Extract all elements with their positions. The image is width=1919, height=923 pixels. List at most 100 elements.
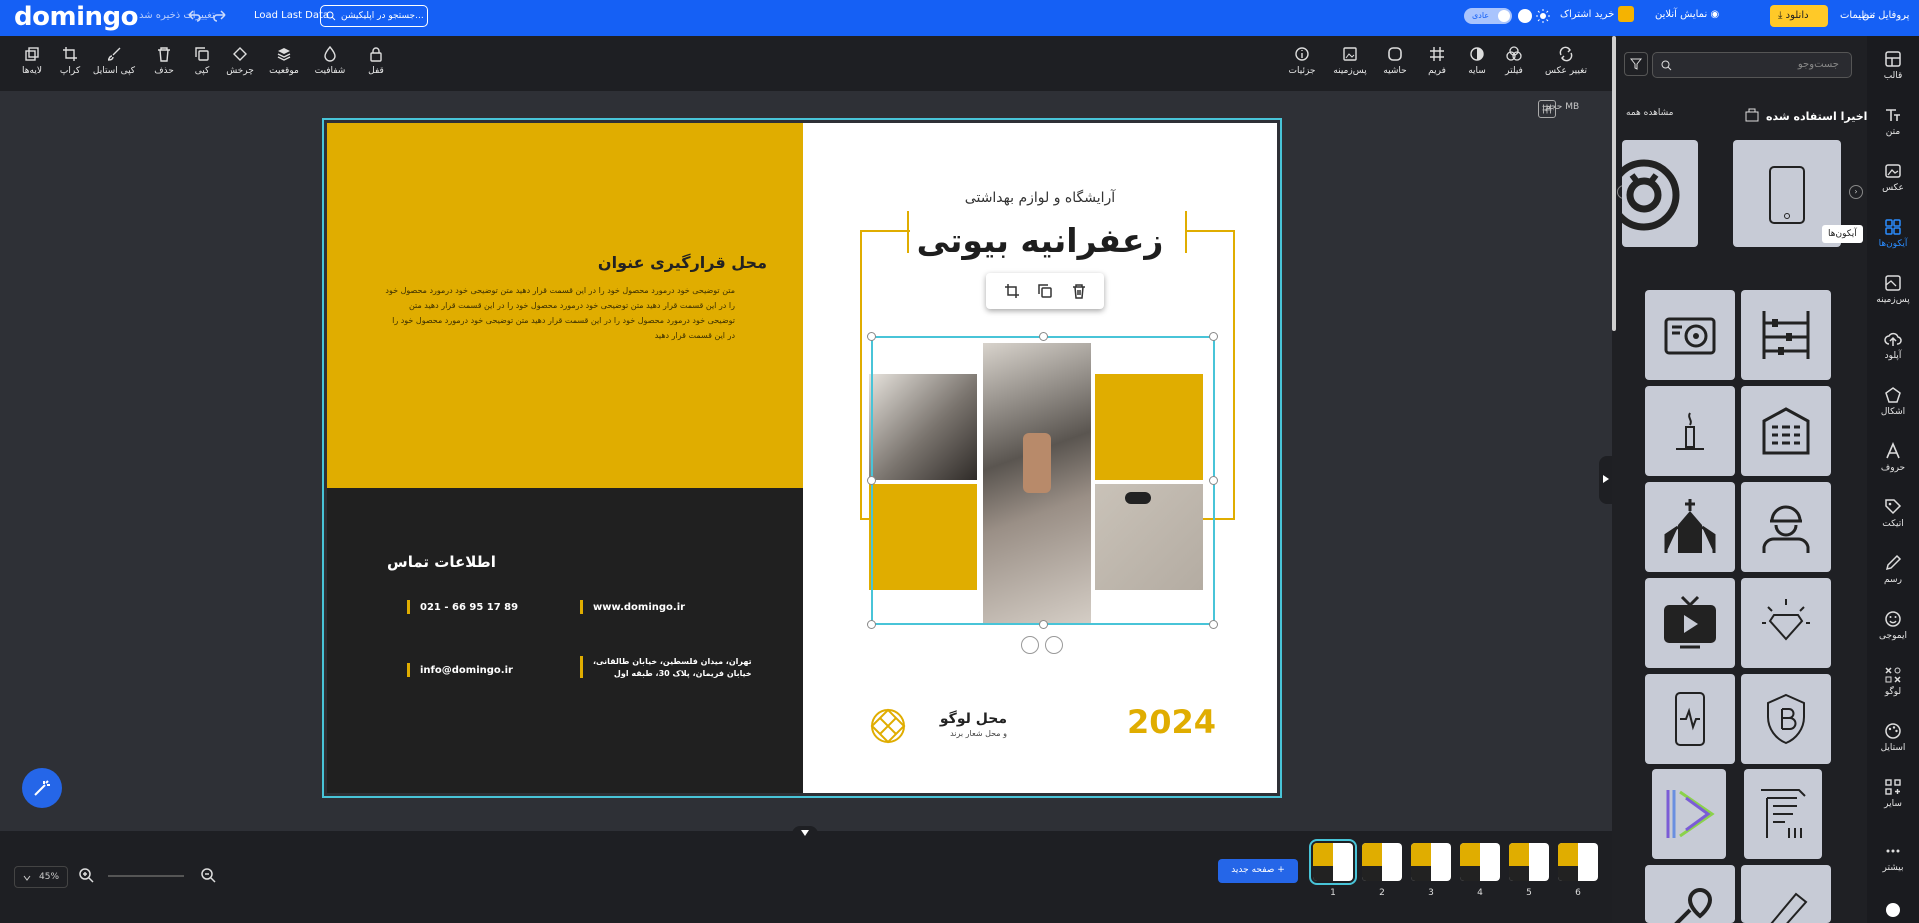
redo-icon[interactable] (212, 8, 228, 24)
page-number: 6 (1575, 888, 1581, 898)
panel-scrollbar[interactable] (1612, 36, 1616, 331)
nav-stickers[interactable]: اتیکت (1867, 498, 1919, 529)
contact-title[interactable]: اطلاعات تماس (387, 553, 496, 571)
zoom-select[interactable]: 45% (14, 866, 68, 888)
theme-toggle[interactable]: عادی (1464, 8, 1512, 24)
page-thumbnail[interactable] (1558, 843, 1598, 881)
load-last-data-button[interactable]: Load Last Data (254, 10, 329, 21)
page-thumbnail[interactable] (1509, 843, 1549, 881)
filter-button[interactable] (1624, 52, 1648, 76)
search-in-app-input[interactable]: جستجو در اپلیکیشن... (320, 5, 428, 27)
icon-card-play-logo[interactable] (1652, 769, 1726, 859)
buy-subscription-button[interactable]: خرید اشتراک (1560, 6, 1635, 22)
zoom-out-icon[interactable] (200, 867, 216, 883)
contact-phone[interactable]: 021 - 66 95 17 89 (407, 600, 518, 614)
undo-icon[interactable] (186, 8, 202, 24)
grid-toggle-icon[interactable] (1538, 100, 1556, 118)
page-thumbnail[interactable] (1362, 843, 1402, 881)
design-subtitle[interactable]: آرایشگاه و لوازم بهداشتی (803, 190, 1277, 206)
nav-label: آپلود (1884, 351, 1902, 361)
nav-upload[interactable]: آپلود (1867, 330, 1919, 361)
download-button[interactable]: ⤓ دانلود (1770, 5, 1828, 27)
nav-emoji[interactable]: ایموجی (1867, 610, 1919, 641)
see-all-link[interactable]: مشاهده همه (1626, 108, 1673, 118)
icon-card-worker[interactable] (1741, 482, 1831, 572)
photo-bag-closeup[interactable] (869, 374, 977, 480)
shadow-icon (1470, 47, 1484, 61)
icon-card-candle[interactable] (1645, 386, 1735, 476)
icon-card-abacus[interactable] (1741, 290, 1831, 380)
magic-wand-button[interactable] (22, 768, 62, 808)
nav-fonts[interactable]: حروف (1867, 442, 1919, 473)
online-preview-button[interactable]: نمایش آنلاین ◉ (1655, 9, 1719, 20)
zoom-slider[interactable] (108, 875, 184, 877)
contact-website[interactable]: www.domingo.ir (580, 600, 685, 614)
profile-link[interactable]: پروفایل من (1862, 10, 1909, 21)
contact-address[interactable]: تهران، میدان فلسطین، خیابان طالقانی، خیا… (580, 656, 752, 680)
carousel-next-icon[interactable]: › (1849, 185, 1863, 199)
design-page[interactable]: محل قرارگیری عنوان متن توضیحی خود درمورد… (322, 118, 1282, 798)
nav-label: استایل (1880, 743, 1906, 753)
nav-icons[interactable]: آیکون‌ها (1867, 218, 1919, 249)
icon-card-hard-drive[interactable] (1645, 290, 1735, 380)
nav-images[interactable]: عکس (1867, 162, 1919, 193)
resize-handle-t[interactable] (1039, 332, 1048, 341)
page-thumbnail[interactable] (1309, 839, 1357, 885)
left-heading[interactable]: محل قرارگیری عنوان (387, 253, 767, 272)
nav-shapes[interactable]: اشکال (1867, 386, 1919, 417)
icon-card-invoice[interactable] (1744, 769, 1822, 859)
icon-card-map-pin[interactable] (1645, 865, 1735, 923)
resize-handle-b[interactable] (1039, 620, 1048, 629)
duplicate-icon[interactable] (1037, 283, 1053, 299)
icon-card-bitcoin-shield[interactable] (1741, 674, 1831, 764)
nav-more[interactable]: بیشتر (1867, 842, 1919, 873)
rotate-handle-icon[interactable] (1021, 636, 1039, 654)
icon-card-diamond[interactable] (1741, 578, 1831, 668)
resize-handle-br[interactable] (1209, 620, 1218, 629)
recent-icon-lifebuoy[interactable] (1622, 140, 1698, 247)
nav-logo[interactable]: لوگو (1867, 666, 1919, 697)
left-body-text[interactable]: متن توضیحی خود درمورد محصول خود را در ای… (385, 283, 735, 343)
add-circle-icon[interactable] (1886, 903, 1900, 917)
resize-handle-tl[interactable] (867, 332, 876, 341)
logo-placeholder-text[interactable]: محل لوگو (917, 711, 1007, 727)
icon-card-church[interactable] (1645, 482, 1735, 572)
tool-lock[interactable]: قفل (346, 46, 406, 76)
year-text[interactable]: 2024 (1127, 703, 1216, 741)
resize-handle-bl[interactable] (867, 620, 876, 629)
logo-slogan-text[interactable]: و محل شعار برند (917, 729, 1007, 738)
crop-icon[interactable] (1004, 283, 1020, 299)
page-thumbnail[interactable] (1460, 843, 1500, 881)
nav-draw[interactable]: رسم (1867, 554, 1919, 585)
image-collage[interactable] (869, 338, 1211, 626)
mode-toggle[interactable] (1518, 9, 1532, 23)
tool-filter[interactable]: فیلتر (1484, 46, 1544, 76)
icon-card-heartbeat-phone[interactable] (1645, 674, 1735, 764)
page-thumbnail[interactable] (1411, 843, 1451, 881)
nav-text[interactable]: متن (1867, 106, 1919, 137)
icon-card-tv[interactable] (1645, 578, 1735, 668)
move-handle-icon[interactable] (1045, 636, 1063, 654)
tool-label: کراپ (59, 66, 81, 76)
resize-handle-tr[interactable] (1209, 332, 1218, 341)
collapse-bottom-button[interactable] (792, 826, 818, 840)
contact-email[interactable]: info@domingo.ir (407, 663, 513, 677)
zoom-in-icon[interactable] (78, 867, 94, 883)
resize-handle-r[interactable] (1209, 476, 1218, 485)
nav-templates[interactable]: قالب (1867, 50, 1919, 81)
nav-other[interactable]: سایر (1867, 778, 1919, 809)
tool-replace-image[interactable]: تغییر عکس (1536, 46, 1596, 76)
icon-card-pen[interactable] (1741, 865, 1831, 923)
icon-search-input[interactable]: جست‌وجو (1652, 52, 1852, 78)
resize-handle-l[interactable] (867, 476, 876, 485)
new-page-button[interactable]: + صفحه جدید (1218, 859, 1298, 883)
collapse-panel-button[interactable] (1599, 456, 1613, 504)
nav-style[interactable]: استایل (1867, 722, 1919, 753)
icon-card-building[interactable] (1741, 386, 1831, 476)
sun-icon[interactable] (1536, 9, 1550, 23)
domingo-logo[interactable]: domingo (14, 2, 138, 32)
photo-bag-watch[interactable] (983, 343, 1091, 623)
nav-background[interactable]: پس‌زمینه (1867, 274, 1919, 305)
photo-fabric[interactable] (1095, 484, 1203, 590)
trash-icon[interactable] (1071, 283, 1087, 299)
